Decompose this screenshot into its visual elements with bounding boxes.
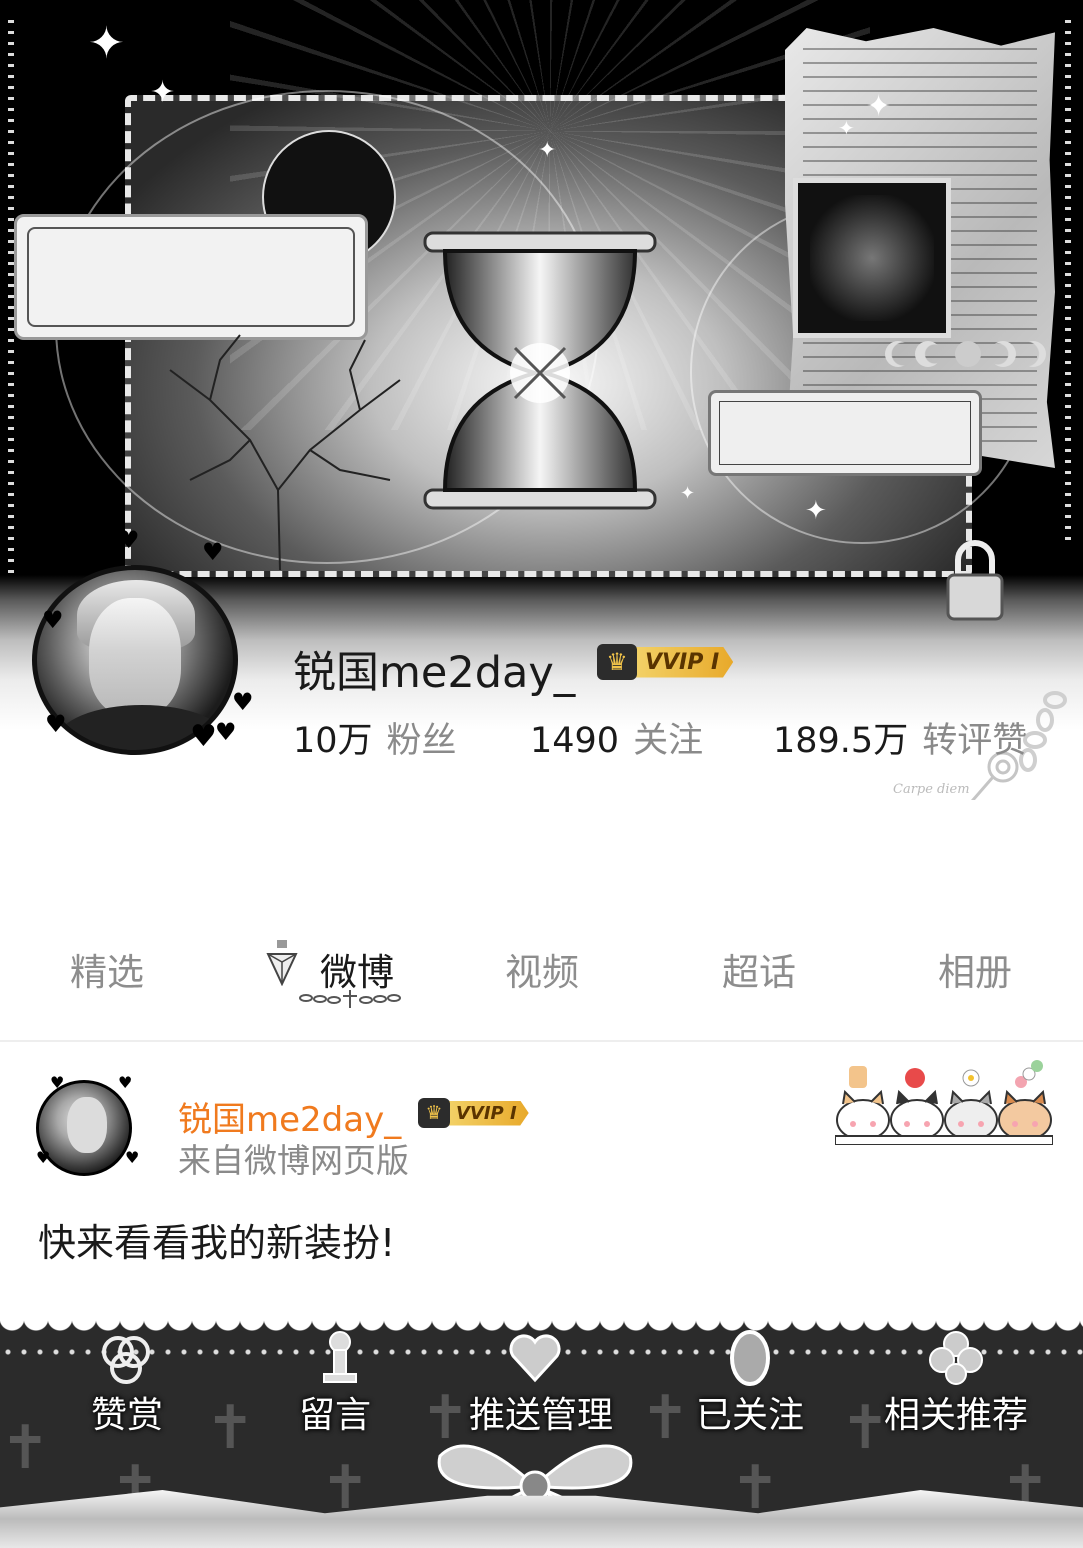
heart-icon: ♥ xyxy=(50,1073,65,1092)
moon-icon xyxy=(915,341,941,367)
hourglass xyxy=(423,231,657,510)
post-source: 来自微博网页版 xyxy=(178,1141,409,1180)
stat-following[interactable]: 1490 关注 xyxy=(530,712,703,763)
ribbon-decoration xyxy=(0,1490,1083,1548)
heart-icon: ♥ xyxy=(82,543,104,571)
tab-weibo[interactable]: 微博 xyxy=(320,942,394,996)
stat-label: 关注 xyxy=(633,721,704,761)
moon-icon xyxy=(1020,341,1046,367)
heart-icon: ♥ xyxy=(125,1148,140,1167)
carpe-diem-script: Carpe diem xyxy=(893,782,970,797)
sparkle-icon: ✦ xyxy=(538,138,557,163)
padlock-icon xyxy=(946,540,1004,621)
vip-badge[interactable]: ♛ VVIP I xyxy=(597,642,734,682)
stat-value: 1490 xyxy=(530,721,620,761)
cross-icon: ✝ xyxy=(640,1383,691,1453)
post-vip-badge[interactable]: ♛ VVIP I xyxy=(418,1097,529,1129)
sparkle-icon: ✦ xyxy=(866,89,892,124)
following-button[interactable]: 已关注 xyxy=(696,1386,804,1438)
stat-value: 189.5万 xyxy=(773,721,909,761)
stat-label: 粉丝 xyxy=(386,721,457,761)
heart-icon: ♥ xyxy=(215,718,237,746)
cross-icon: ✝ xyxy=(840,1393,891,1463)
vip-label: VVIP I xyxy=(444,1100,529,1126)
sparkle-icon: ✦ xyxy=(805,496,827,526)
heart-icon: ♥ xyxy=(118,526,140,554)
diamond-icon xyxy=(266,940,298,986)
stat-value: 10万 xyxy=(293,721,373,761)
moon-icon xyxy=(955,341,981,367)
ticket-left xyxy=(14,214,368,340)
cross-icon: ✝ xyxy=(205,1393,256,1463)
heart-ornament-icon xyxy=(509,1334,561,1383)
post-content: 快来看看我的新装扮! xyxy=(38,1221,396,1265)
cross-icon: ✝ xyxy=(0,1413,51,1483)
moon-icon xyxy=(990,341,1016,367)
comment-button[interactable]: 留言 xyxy=(299,1386,371,1438)
chess-ornament-icon xyxy=(323,1331,357,1383)
post-author-avatar[interactable] xyxy=(36,1080,132,1176)
tabs-divider xyxy=(0,1040,1083,1042)
related-recommend-button[interactable]: 相关推荐 xyxy=(884,1386,1028,1438)
sparkle-icon: ✦ xyxy=(838,116,855,140)
heart-icon: ♥ xyxy=(42,606,64,634)
stat-label: 转评赞 xyxy=(922,721,1028,761)
heart-icon: ♥ xyxy=(190,719,217,754)
mirror-ornament-icon xyxy=(730,1330,770,1386)
profile-tabs: 精选 微博 视频 超话 相册 xyxy=(0,920,1083,1040)
stat-interactions[interactable]: 189.5万 转评赞 xyxy=(773,712,1027,763)
crown-icon: ♛ xyxy=(418,1098,450,1128)
tab-active-indicator xyxy=(299,990,401,1008)
profile-username[interactable]: 锐国me2day_ xyxy=(293,638,575,700)
ticket-right xyxy=(708,390,982,476)
sparkle-icon: ✦ xyxy=(680,483,696,504)
heart-icon: ♥ xyxy=(202,538,224,566)
cat-sticker-decoration xyxy=(835,1060,1053,1145)
stat-followers[interactable]: 10万 粉丝 xyxy=(293,712,457,763)
crown-icon: ♛ xyxy=(597,644,637,680)
sparkle-icon: ✦ xyxy=(88,18,125,69)
lily-photo xyxy=(793,178,951,338)
tab-super-topic[interactable]: 超话 xyxy=(722,942,796,996)
heart-icon: ♥ xyxy=(232,688,254,716)
clover-ornament-icon xyxy=(929,1331,983,1385)
tab-video[interactable]: 视频 xyxy=(505,942,579,996)
dot-border-right xyxy=(1065,20,1071,540)
bare-tree xyxy=(169,334,401,570)
tab-album[interactable]: 相册 xyxy=(938,942,1012,996)
reward-button[interactable]: 赞赏 xyxy=(91,1386,163,1438)
moon-icon xyxy=(885,341,911,367)
knot-ornament-icon xyxy=(102,1336,150,1384)
tab-featured[interactable]: 精选 xyxy=(70,942,144,996)
heart-icon: ♥ xyxy=(36,1148,51,1167)
heart-icon: ♥ xyxy=(118,1073,133,1092)
push-manage-button[interactable]: 推送管理 xyxy=(469,1386,613,1438)
vip-label: VVIP I xyxy=(631,646,734,678)
sparkle-icon: ✦ xyxy=(150,75,176,110)
heart-icon: ♥ xyxy=(45,710,67,738)
